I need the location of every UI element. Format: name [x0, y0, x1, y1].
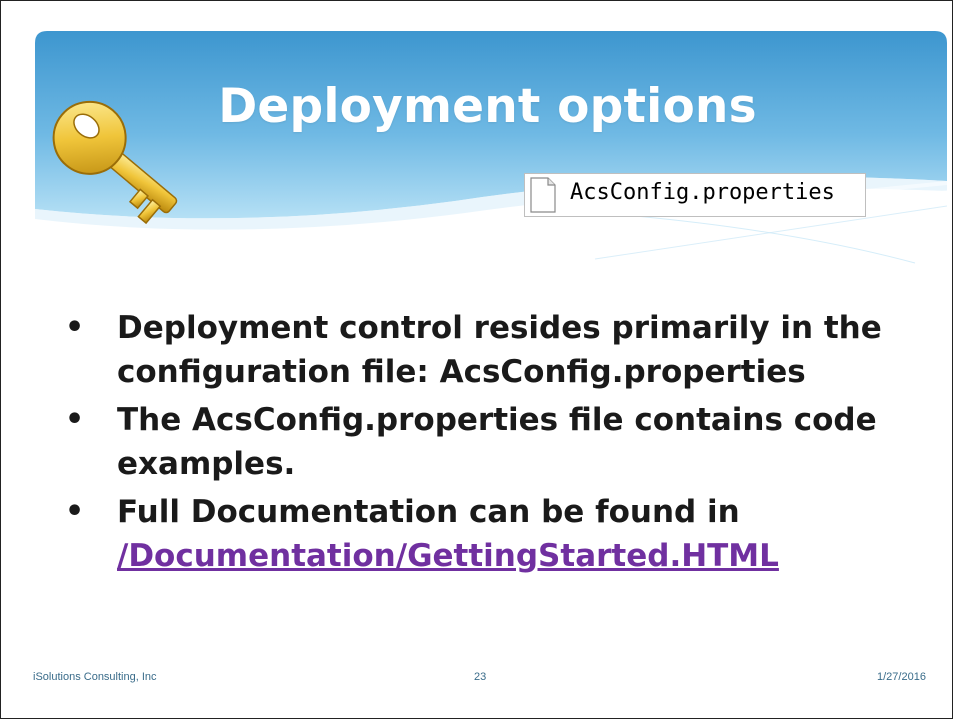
documentation-link[interactable]: /Documentation/GettingStarted.HTML [117, 538, 779, 574]
bullet-item: • The AcsConfig.properties file contains… [65, 398, 917, 486]
bullet-item: • Full Documentation can be found in /Do… [65, 490, 917, 578]
key-icon [35, 93, 185, 243]
bullet-list: • Deployment control resides primarily i… [65, 306, 917, 582]
bullet-text: Deployment control resides primarily in … [117, 310, 882, 390]
bullet-text: The AcsConfig.properties file contains c… [117, 402, 877, 482]
bullet-text: Full Documentation can be found in [117, 494, 740, 530]
bullet-marker: • [65, 310, 85, 345]
footer-page-number: 23 [474, 671, 487, 683]
file-chip: AcsConfig.properties [524, 173, 866, 217]
slide: Deployment options AcsConfig.properties … [0, 0, 953, 719]
bullet-marker: • [65, 402, 85, 437]
file-name: AcsConfig.properties [570, 180, 835, 205]
document-icon [530, 177, 556, 213]
footer-company: iSolutions Consulting, Inc [33, 671, 157, 683]
bullet-item: • Deployment control resides primarily i… [65, 306, 917, 394]
footer-date: 1/27/2016 [877, 671, 926, 683]
bullet-marker: • [65, 494, 85, 529]
